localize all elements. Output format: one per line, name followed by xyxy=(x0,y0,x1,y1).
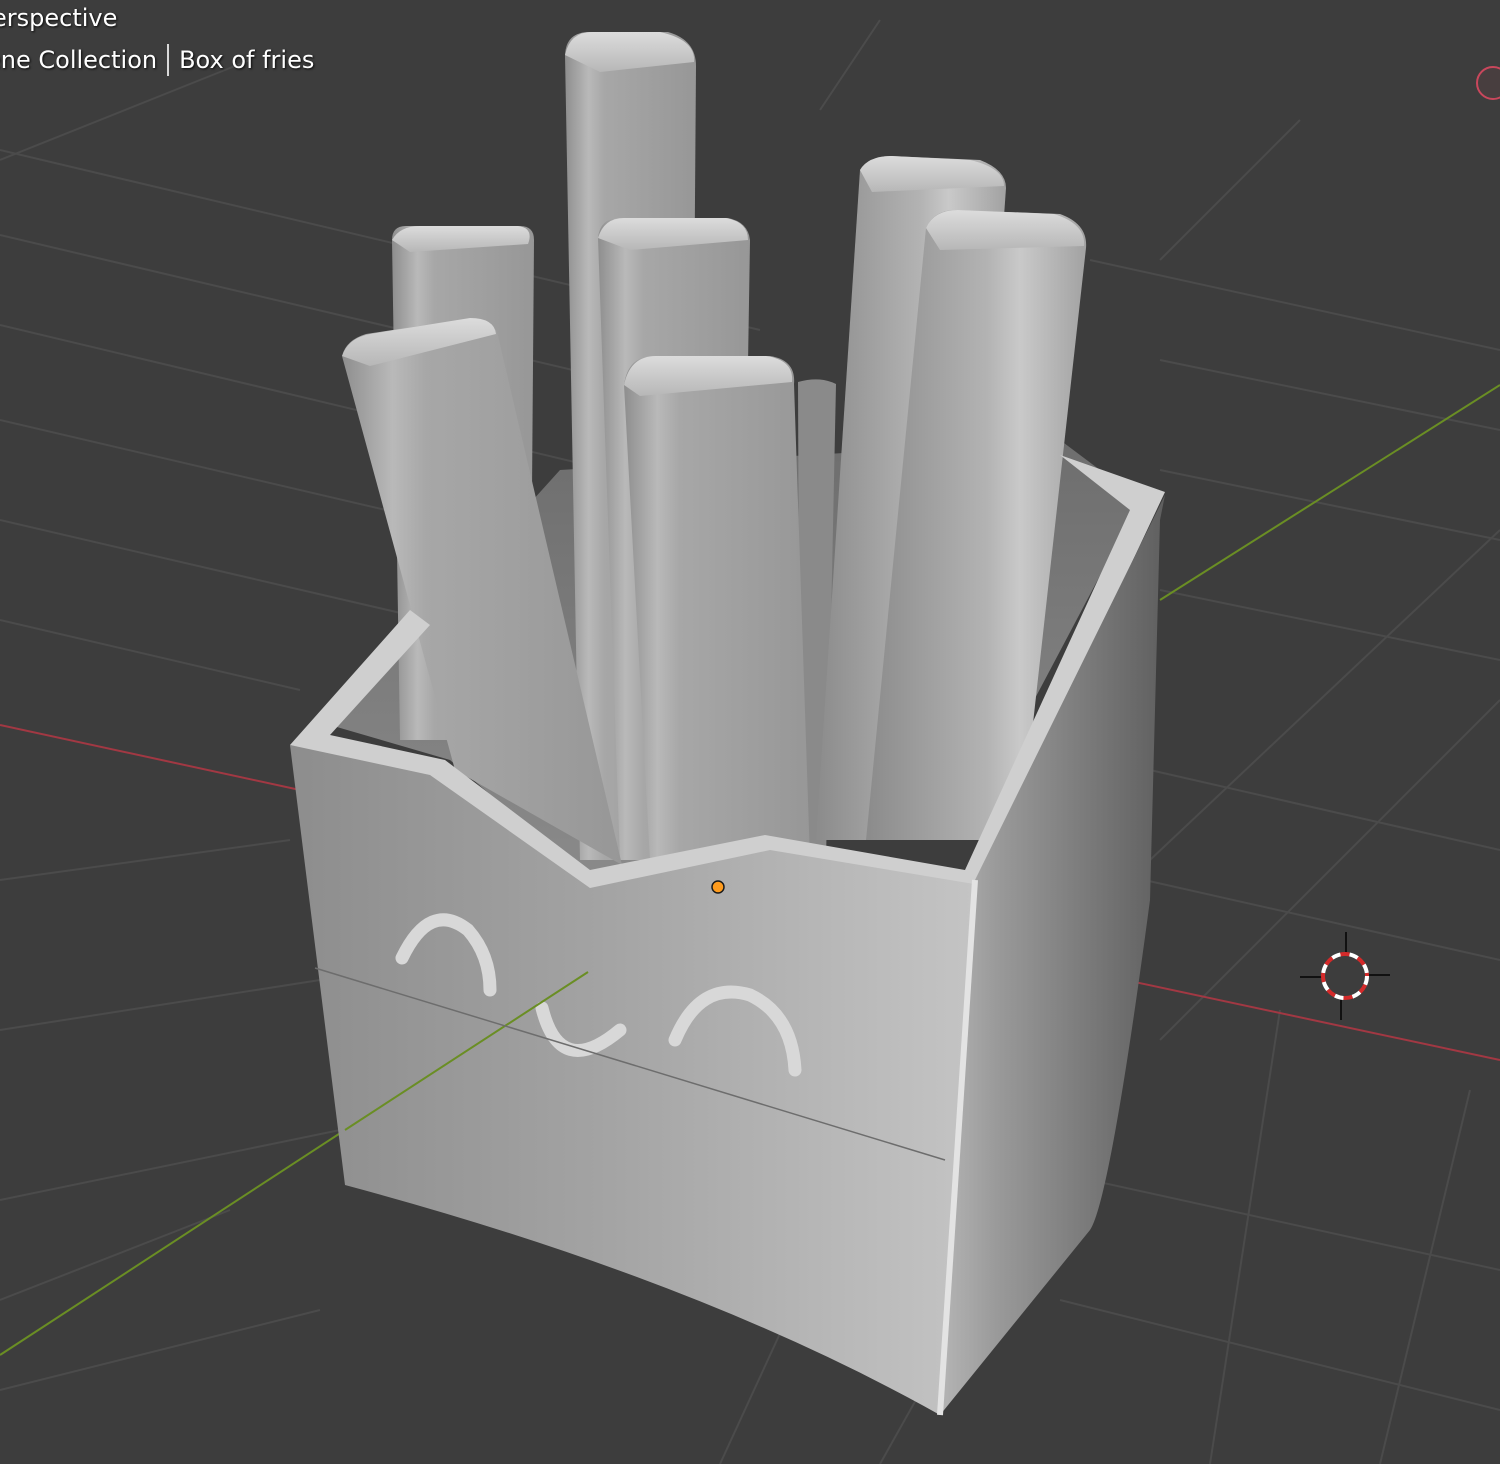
viewport-view-label: erspective xyxy=(0,4,118,32)
breadcrumb-separator xyxy=(167,44,170,76)
breadcrumb-object: Box of fries xyxy=(179,46,315,74)
breadcrumb-collection: ene Collection xyxy=(0,46,158,74)
3d-viewport[interactable]: erspective ene Collection Box of fries xyxy=(0,0,1500,1464)
breadcrumb: ene Collection Box of fries xyxy=(0,44,314,76)
x-axis-line xyxy=(0,724,301,791)
object-origin-dot-icon xyxy=(711,880,725,894)
fries-box-model[interactable] xyxy=(290,32,1165,1416)
3d-cursor-icon[interactable] xyxy=(1300,932,1390,1020)
y-axis-line xyxy=(1159,384,1500,601)
scene-canvas[interactable] xyxy=(0,0,1500,1464)
fry xyxy=(624,356,810,860)
